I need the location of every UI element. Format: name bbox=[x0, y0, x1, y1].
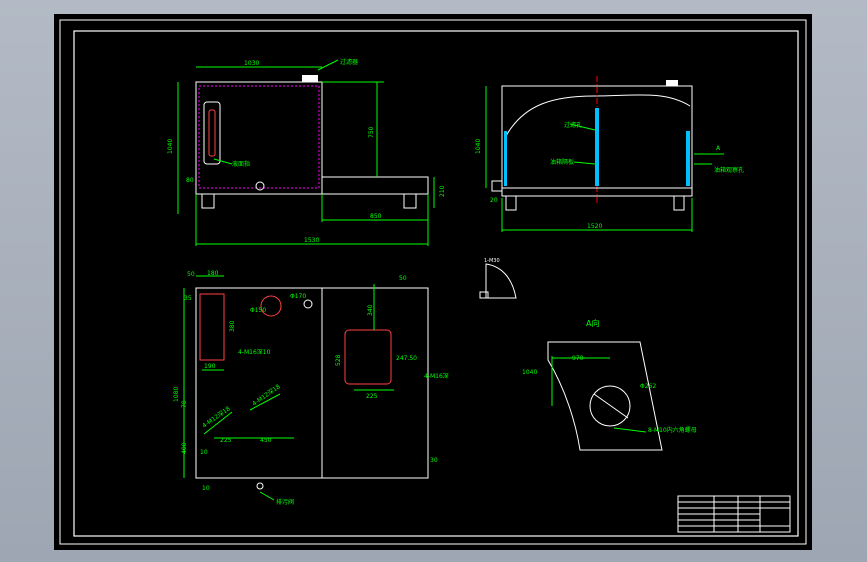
front-platform bbox=[321, 176, 429, 195]
view-a-bolts-label: 8-M10内六角螺母 bbox=[648, 426, 697, 434]
front-foot-left bbox=[201, 194, 215, 209]
top-dim-50: 50 bbox=[187, 271, 195, 278]
top-dim-35: 35 bbox=[184, 295, 192, 302]
top-dim-10b: 10 bbox=[202, 485, 210, 492]
view-a-bolt-leader bbox=[613, 427, 647, 433]
side-dim-20: 20 bbox=[490, 197, 498, 204]
front-dim-80: 80 bbox=[186, 177, 194, 184]
top-dim-180: 180 bbox=[207, 270, 219, 277]
top-dim-340: 340 bbox=[367, 304, 374, 316]
front-view: 1030 1040 750 850 1530 210 80 过滤器 液面指 bbox=[167, 58, 446, 246]
drawing-sheet: 1030 1040 750 850 1530 210 80 过滤器 液面指 10… bbox=[54, 14, 812, 550]
front-foot-right bbox=[403, 194, 417, 209]
top-dim-10: 10 bbox=[200, 449, 208, 456]
top-port-small bbox=[303, 299, 313, 309]
top-dim-190: 190 bbox=[204, 363, 216, 370]
side-plate-leader bbox=[573, 161, 596, 165]
detail-nozzle bbox=[479, 291, 489, 299]
label-level-gauge: 液面指 bbox=[232, 160, 250, 168]
side-dim-1040: 1040 bbox=[475, 139, 482, 154]
outer-frame bbox=[59, 19, 807, 545]
top-drain-plug bbox=[256, 482, 264, 490]
front-dim-1530: 1530 bbox=[304, 237, 319, 244]
side-dim-1520: 1520 bbox=[587, 223, 602, 230]
top-dim-225b: 225 bbox=[220, 437, 232, 444]
label-oil-hole: 油箱观察孔 bbox=[714, 166, 744, 174]
top-dim-4-m16: 4-M16深10 bbox=[238, 348, 271, 356]
top-view: 50 180 35 Φ170 Φ150 380 4-M16深10 190 50 … bbox=[173, 270, 449, 506]
top-platform-outline bbox=[321, 287, 429, 479]
top-dim-phi150: Φ150 bbox=[250, 307, 266, 314]
label-a-arrow: A bbox=[716, 145, 721, 152]
view-a-dim-1040: 1040 bbox=[522, 369, 537, 376]
label-filter: 过滤器 bbox=[340, 58, 358, 66]
top-dim-50b: 50 bbox=[399, 275, 407, 282]
cad-drawing: 1030 1040 750 850 1530 210 80 过滤器 液面指 10… bbox=[59, 19, 807, 545]
detail-shape bbox=[485, 263, 517, 299]
filter-leader bbox=[317, 59, 339, 71]
front-dim-750: 750 bbox=[368, 126, 375, 138]
gauge-leader bbox=[213, 158, 233, 165]
top-dim-247: 247.50 bbox=[396, 355, 417, 362]
top-dim-4-m12-a: 4-M12深18 bbox=[201, 404, 232, 429]
side-foot-left bbox=[505, 196, 517, 211]
side-section-mid bbox=[595, 108, 599, 186]
side-section-right bbox=[686, 131, 690, 186]
top-dim-380: 380 bbox=[229, 320, 236, 332]
view-a-dim-phi262: Φ262 bbox=[640, 383, 656, 390]
cad-viewer-window: 1030 1040 750 850 1530 210 80 过滤器 液面指 10… bbox=[0, 0, 867, 562]
front-tank-hidden-outline bbox=[198, 85, 320, 189]
front-dim-850: 850 bbox=[370, 213, 382, 220]
view-a-flange-diag bbox=[593, 393, 629, 419]
label-filter-hole: 过滤孔 bbox=[564, 121, 582, 129]
view-a-dim-970: 970 bbox=[572, 355, 584, 362]
drain-leader bbox=[259, 491, 275, 501]
small-detail: 1-M30 bbox=[479, 258, 517, 299]
top-dim-30: 30 bbox=[430, 457, 438, 464]
detail-label: 1-M30 bbox=[484, 258, 500, 264]
view-a-title: A向 bbox=[586, 318, 599, 328]
side-nozzle bbox=[491, 180, 503, 192]
top-dim-450: 450 bbox=[260, 437, 272, 444]
top-dim-528: 528 bbox=[335, 354, 342, 366]
side-view: 1040 20 1520 过滤孔 油箱隔板 油箱观察孔 A bbox=[475, 76, 744, 232]
level-gauge-inner bbox=[208, 109, 216, 157]
view-a-flange bbox=[589, 385, 631, 427]
top-dim-4-m16b: 4-M16深 bbox=[424, 372, 449, 380]
side-foot-right bbox=[673, 196, 685, 211]
label-oil-plate: 油箱隔板 bbox=[550, 158, 574, 166]
view-a: A向 970 1040 Φ262 8-M10内六角螺母 bbox=[522, 318, 697, 451]
label-drain-valve: 排污阀 bbox=[276, 498, 294, 506]
top-dim-1080: 1080 bbox=[173, 387, 180, 402]
side-cap bbox=[666, 80, 678, 86]
top-dim-70: 70 bbox=[181, 400, 188, 408]
top-opening-left bbox=[199, 293, 225, 361]
front-dim-1040: 1040 bbox=[167, 139, 174, 154]
level-gauge-outer bbox=[203, 101, 221, 165]
top-tank-outline bbox=[195, 287, 323, 479]
top-dim-225: 225 bbox=[366, 393, 378, 400]
side-section-left bbox=[504, 131, 507, 186]
front-dim-210: 210 bbox=[439, 185, 446, 197]
top-dim-phi170: Φ170 bbox=[290, 293, 306, 300]
top-opening-center bbox=[344, 329, 392, 385]
front-dim-1030: 1030 bbox=[244, 60, 259, 67]
front-drain-plug bbox=[255, 181, 265, 191]
top-dim-400: 400 bbox=[181, 442, 188, 454]
title-block bbox=[677, 495, 791, 533]
front-filter-cap bbox=[302, 75, 318, 82]
